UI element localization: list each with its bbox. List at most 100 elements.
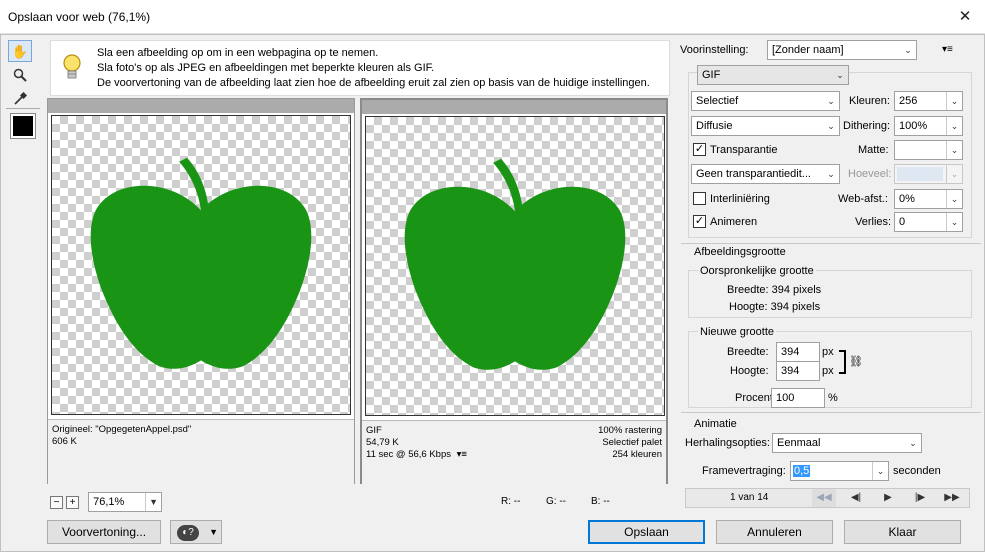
- web-snap-value: 0%: [899, 193, 915, 205]
- dither-amount-value: 100%: [899, 120, 928, 132]
- info-line-1: Sla een afbeelding op om in een webpagin…: [97, 47, 379, 59]
- chain-link-icon[interactable]: ⛓: [849, 355, 863, 369]
- zoom-out-button[interactable]: −: [50, 495, 63, 509]
- lossy-label: Verlies:: [855, 216, 892, 228]
- new-height-label: Hoogte:: [730, 365, 769, 377]
- lossy-field[interactable]: 0 ⌄: [894, 212, 963, 232]
- chevron-down-icon: ⌄: [827, 169, 835, 179]
- chevron-down-icon: ⌄: [909, 438, 917, 448]
- matte-dropdown[interactable]: ⌄: [894, 140, 963, 160]
- format-dropdown[interactable]: GIF ⌄: [697, 65, 849, 85]
- panel-menu-icon[interactable]: ▾≡: [942, 44, 953, 55]
- readout-g: G: --: [546, 496, 566, 507]
- percent-input[interactable]: 100: [771, 388, 825, 408]
- save-button[interactable]: Opslaan: [588, 520, 705, 544]
- apple-image: [404, 158, 626, 370]
- original-info: Origineel: "OpgegetenAppel.psd" 606 K: [48, 419, 354, 485]
- original-name: Origineel: "OpgegetenAppel.psd": [52, 424, 192, 435]
- optimized-download-time: 11 sec @ 56,6 Kbps: [366, 449, 451, 460]
- chevron-down-icon: ⌄: [827, 121, 835, 131]
- zoom-controls: − + 76,1% ▼: [50, 492, 163, 512]
- optimized-image-canvas[interactable]: [365, 116, 665, 416]
- zoom-level-dropdown[interactable]: 76,1% ▼: [88, 492, 163, 512]
- colors-value: 256: [899, 95, 918, 107]
- preview-button[interactable]: Voorvertoning...: [47, 520, 161, 544]
- download-speed-menu-icon[interactable]: ▾≡: [457, 449, 467, 460]
- original-image-canvas[interactable]: [51, 115, 351, 415]
- close-icon[interactable]: ✕: [953, 5, 977, 29]
- preset-label: Voorinstelling:: [680, 44, 749, 56]
- chevron-down-icon: ⌄: [946, 141, 962, 159]
- original-height: Hoogte: 394 pixels: [729, 301, 821, 313]
- chevron-down-icon: ⌄: [904, 45, 912, 55]
- web-snap-label: Web-afst.:: [838, 193, 888, 205]
- eyedropper-tool-icon[interactable]: [8, 88, 32, 110]
- animate-label: Animeren: [710, 216, 758, 228]
- new-height-input[interactable]: 394: [776, 361, 820, 381]
- chevron-down-icon: ⌄: [946, 117, 962, 135]
- readout-r: R: --: [501, 496, 521, 507]
- browser-preview-button[interactable]: ◐? ▼: [170, 520, 222, 544]
- zoom-in-button[interactable]: +: [66, 495, 80, 509]
- chevron-down-icon: ⌄: [946, 165, 962, 183]
- height-unit: px: [822, 365, 834, 377]
- chevron-down-icon: ▼: [209, 527, 218, 537]
- original-size: 606 K: [52, 436, 77, 447]
- amount-label: Hoeveel:: [848, 168, 892, 180]
- transparency-dither-dropdown[interactable]: Geen transparantiedit... ⌄: [691, 164, 840, 184]
- dither-algorithm-dropdown[interactable]: Diffusie ⌄: [691, 116, 840, 136]
- lossy-value: 0: [899, 216, 906, 228]
- transparency-checkbox[interactable]: ✓: [693, 143, 706, 156]
- format-value: GIF: [702, 69, 721, 81]
- eyedropper-color-swatch[interactable]: [10, 113, 36, 139]
- apple-body: [404, 186, 626, 370]
- zoom-tool-icon[interactable]: [8, 64, 32, 86]
- tool-column: ✋: [8, 40, 38, 112]
- chevron-down-icon: ⌄: [827, 96, 835, 106]
- preset-dropdown[interactable]: [Zonder naam] ⌄: [767, 40, 917, 60]
- zoom-level-value: 76,1%: [93, 496, 125, 508]
- preview-header-bar: [48, 99, 354, 113]
- transparency-label: Transparantie: [710, 144, 778, 156]
- optimized-palette: Selectief palet: [602, 437, 662, 448]
- hand-tool-icon[interactable]: ✋: [8, 40, 32, 62]
- transparency-dither-value: Geen transparantiedit...: [696, 168, 811, 180]
- colors-dropdown[interactable]: 256 ⌄: [894, 91, 963, 111]
- chevron-down-icon: ⌄: [872, 462, 888, 480]
- first-frame-button[interactable]: ◀◀: [812, 489, 836, 507]
- amount-field-fill: [897, 167, 943, 181]
- loop-options-dropdown[interactable]: Eenmaal ⌄: [772, 433, 922, 453]
- interlaced-checkbox[interactable]: [693, 192, 706, 205]
- new-width-input[interactable]: 394: [776, 342, 820, 362]
- interlaced-label: Interliniëring: [710, 193, 770, 205]
- done-button[interactable]: Klaar: [844, 520, 961, 544]
- frame-delay-dropdown[interactable]: 0,5 ⌄: [790, 461, 889, 481]
- dither-amount-field[interactable]: 100% ⌄: [894, 116, 963, 136]
- chevron-down-icon: ⌄: [946, 92, 962, 110]
- play-button[interactable]: ▶: [876, 489, 900, 507]
- color-reduction-dropdown[interactable]: Selectief ⌄: [691, 91, 840, 111]
- apple-image: [90, 157, 312, 369]
- original-preview-pane[interactable]: Origineel: "OpgegetenAppel.psd" 606 K: [47, 98, 355, 485]
- web-snap-field[interactable]: 0% ⌄: [894, 189, 963, 209]
- info-line-2: Sla foto's op als JPEG en afbeeldingen m…: [97, 62, 435, 74]
- preview-header-bar: [362, 100, 666, 114]
- optimized-preview-pane[interactable]: GIF 54,79 K 11 sec @ 56,6 Kbps ▾≡ 100% r…: [360, 98, 668, 486]
- next-frame-button[interactable]: |▶: [908, 489, 932, 507]
- last-frame-button[interactable]: ▶▶: [940, 489, 964, 507]
- chevron-down-icon: ⌄: [836, 70, 844, 80]
- apple-body: [90, 185, 312, 369]
- amount-field: ⌄: [894, 164, 963, 184]
- optimized-colors: 254 kleuren: [612, 449, 662, 460]
- color-reduction-value: Selectief: [696, 95, 739, 107]
- animate-checkbox[interactable]: ✓: [693, 215, 706, 228]
- new-size-title: Nieuwe grootte: [698, 326, 776, 338]
- window-title: Opslaan voor web (76,1%): [8, 10, 151, 24]
- preset-value: [Zonder naam]: [772, 44, 844, 56]
- matte-label: Matte:: [858, 144, 889, 156]
- dither-label: Dithering:: [843, 120, 891, 132]
- frame-delay-label: Framevertraging:: [702, 465, 786, 477]
- previous-frame-button[interactable]: ◀|: [844, 489, 868, 507]
- optimized-dither: 100% rastering: [598, 425, 662, 436]
- cancel-button[interactable]: Annuleren: [716, 520, 833, 544]
